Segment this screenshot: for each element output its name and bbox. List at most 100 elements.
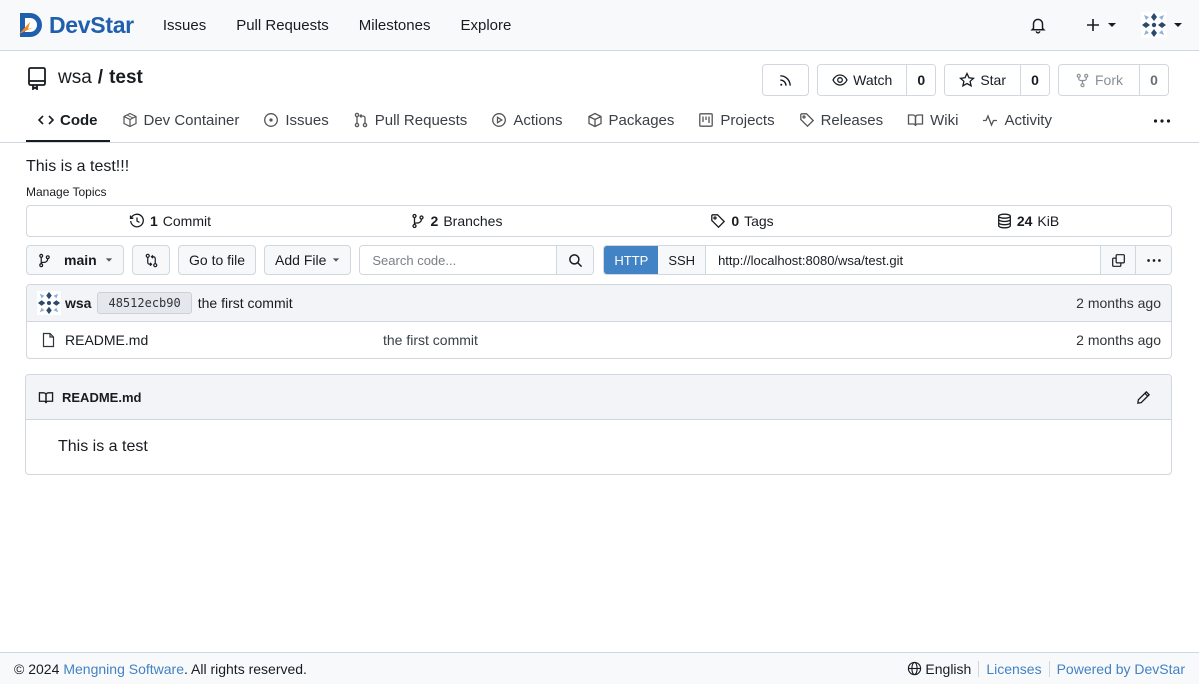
commits-count: 1 [149, 213, 158, 229]
tab-dev-container[interactable]: Dev Container [110, 100, 252, 142]
user-menu[interactable] [1141, 12, 1183, 38]
repo-tabs: Code Dev Container Issues Pull Requests [26, 100, 1175, 142]
caret-down-icon [333, 258, 340, 262]
repo-content: This is a test!!! Manage Topics 1 Commit… [25, 143, 1172, 475]
code-search-input[interactable] [360, 246, 557, 274]
watch-button-group: Watch 0 [817, 64, 937, 96]
tab-label: Projects [720, 111, 775, 129]
tab-code[interactable]: Code [26, 100, 110, 142]
tab-actions[interactable]: Actions [479, 100, 574, 142]
size-label: KiB [1037, 213, 1060, 229]
commit-author[interactable]: wsa [65, 295, 91, 311]
watch-label: Watch [853, 72, 893, 88]
compare-button[interactable] [132, 245, 170, 275]
repo-owner-link[interactable]: wsa [58, 67, 92, 89]
copy-url-button[interactable] [1100, 246, 1135, 274]
rss-icon [780, 74, 792, 86]
brand-logo[interactable]: DevStar [16, 10, 134, 40]
commit-message[interactable]: the first commit [198, 295, 293, 311]
repo-name-link[interactable]: test [109, 67, 143, 89]
package-icon [587, 112, 602, 128]
navbar-right [1029, 12, 1183, 38]
compare-icon [145, 253, 157, 267]
clone-more-button[interactable] [1135, 246, 1171, 274]
caret-down-icon [105, 258, 113, 262]
tags-stat[interactable]: 0 Tags [599, 213, 885, 229]
avatar[interactable] [37, 291, 61, 315]
container-icon [122, 112, 137, 128]
go-to-file-button[interactable]: Go to file [178, 245, 257, 275]
repo-description: This is a test!!! [26, 158, 130, 175]
top-navbar: DevStar Issues Pull Requests Milestones … [0, 0, 1199, 51]
tab-label: Dev Container [143, 111, 240, 129]
history-icon [129, 213, 144, 228]
licenses-link[interactable]: Licenses [986, 661, 1041, 677]
repo-header: wsa / test Watch 0 Star 0 Fork 0 Code De… [0, 51, 1199, 143]
company-link[interactable]: Mengning Software [63, 661, 184, 677]
clone-url-input[interactable] [706, 246, 1100, 274]
nav-milestones[interactable]: Milestones [344, 0, 446, 51]
tab-label: Wiki [930, 111, 959, 129]
nav-pull-requests[interactable]: Pull Requests [221, 0, 344, 51]
repo-stats-bar: 1 Commit 2 Branches 0 Tags 24 KiB [26, 205, 1172, 237]
pulse-icon [983, 114, 998, 127]
tab-label: Releases [820, 111, 884, 129]
file-name-link[interactable]: README.md [65, 332, 383, 348]
footer: © 2024 Mengning Software . All rights re… [0, 652, 1199, 684]
table-row: README.md the first commit 2 months ago [27, 322, 1171, 358]
tab-projects[interactable]: Projects [686, 100, 786, 142]
more-tabs-button[interactable] [1153, 100, 1175, 142]
nav-explore[interactable]: Explore [445, 0, 526, 51]
language-selector[interactable]: English [907, 661, 971, 677]
tab-activity[interactable]: Activity [970, 100, 1064, 142]
star-button[interactable]: Star [945, 65, 1021, 95]
footer-divider [978, 660, 980, 677]
rights-text: . All rights reserved. [184, 660, 307, 677]
readme-title[interactable]: README.md [62, 390, 141, 405]
tab-packages[interactable]: Packages [575, 100, 687, 142]
caret-down-icon [1108, 23, 1116, 27]
clone-ssh-button[interactable]: SSH [658, 246, 707, 274]
branches-label: Branches [443, 213, 503, 229]
edit-readme-button[interactable] [1136, 390, 1151, 405]
search-icon [569, 253, 583, 267]
tag-icon [799, 113, 814, 128]
copyright-prefix: © 2024 [14, 660, 60, 677]
tab-label: Activity [1004, 111, 1052, 129]
nav-issues[interactable]: Issues [148, 0, 221, 51]
code-search-button[interactable] [556, 246, 594, 274]
commits-stat[interactable]: 1 Commit [27, 213, 313, 229]
branch-selector[interactable]: main [26, 245, 124, 275]
repo-toolbar: main Go to file Add File HTTP SSH [26, 245, 1172, 275]
add-file-dropdown[interactable]: Add File [264, 245, 352, 275]
footer-right: English Licenses Powered by DevStar [907, 660, 1185, 677]
watch-count[interactable]: 0 [907, 65, 936, 95]
clone-panel: HTTP SSH [603, 245, 1172, 275]
commit-sha[interactable]: 48512ecb90 [97, 292, 192, 314]
rss-button[interactable] [762, 64, 810, 96]
file-commit-message[interactable]: the first commit [383, 332, 478, 348]
branches-stat[interactable]: 2 Branches [313, 213, 599, 229]
kebab-horizontal-icon [1146, 258, 1161, 262]
fork-count[interactable]: 0 [1140, 65, 1168, 95]
size-stat: 24 KiB [885, 213, 1171, 229]
star-count[interactable]: 0 [1021, 65, 1049, 95]
tab-wiki[interactable]: Wiki [895, 100, 970, 142]
tab-issues[interactable]: Issues [251, 100, 340, 142]
notifications-button[interactable] [1029, 16, 1047, 34]
fork-button[interactable]: Fork [1059, 65, 1140, 95]
file-icon [42, 332, 55, 348]
create-new-dropdown[interactable] [1085, 17, 1117, 33]
repo-actions: Watch 0 Star 0 Fork 0 [762, 64, 1169, 96]
powered-by-link[interactable]: Powered by DevStar [1057, 661, 1185, 677]
manage-topics-link[interactable]: Manage Topics [26, 185, 1172, 199]
watch-button[interactable]: Watch [818, 65, 908, 95]
clone-http-button[interactable]: HTTP [604, 246, 659, 274]
tab-pull-requests[interactable]: Pull Requests [341, 100, 480, 142]
size-count: 24 [1016, 213, 1033, 229]
pull-request-icon [354, 112, 367, 128]
tag-icon [711, 214, 726, 229]
issue-icon [264, 113, 279, 127]
repo-icon [28, 67, 46, 90]
tab-releases[interactable]: Releases [787, 100, 896, 142]
